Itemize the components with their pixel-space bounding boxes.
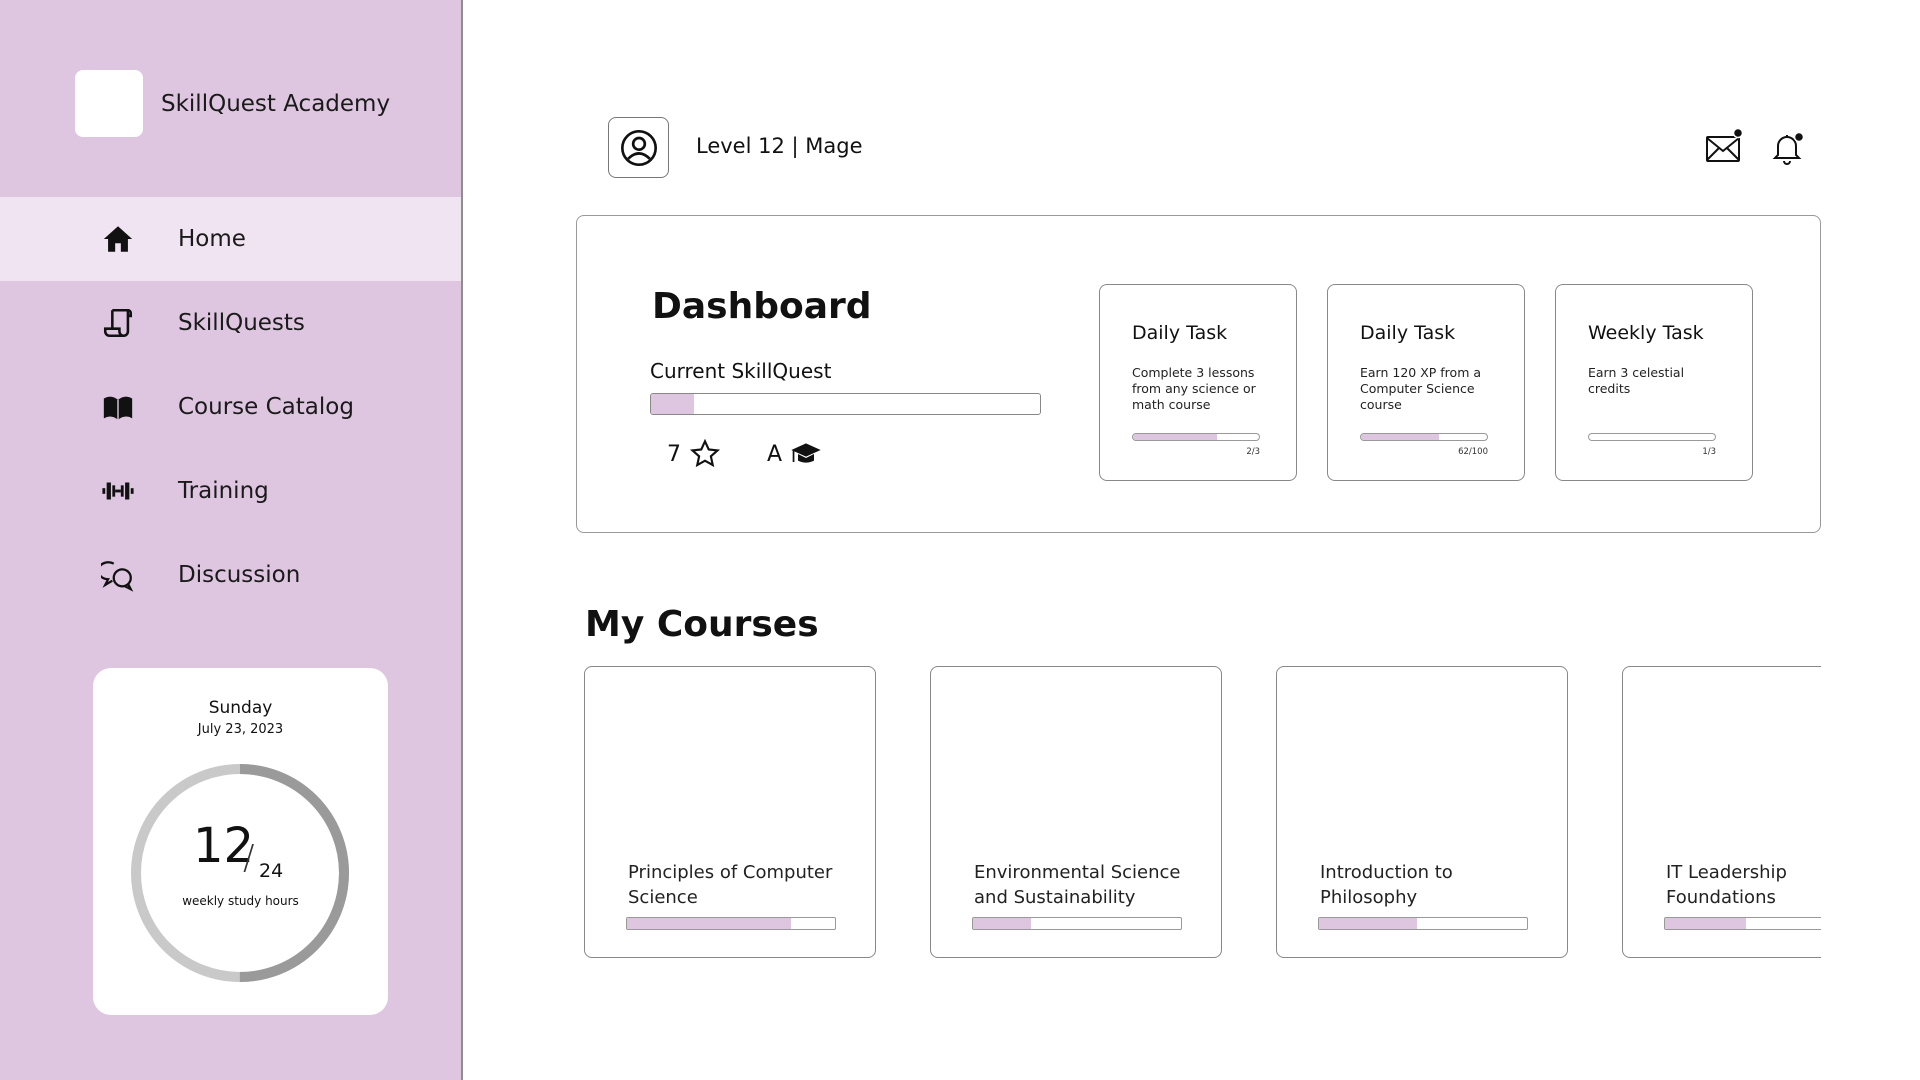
sidebar-item-label: Training bbox=[178, 478, 269, 504]
sidebar-item-label: Discussion bbox=[178, 562, 301, 588]
grade-value: A bbox=[767, 441, 783, 467]
study-date: July 23, 2023 bbox=[197, 722, 284, 737]
home-icon bbox=[100, 221, 136, 257]
study-day: Sunday bbox=[208, 698, 273, 718]
chat-icon bbox=[100, 557, 136, 593]
notification-bell-icon[interactable] bbox=[1764, 125, 1810, 171]
course-card[interactable]: Principles of Computer Science bbox=[584, 666, 876, 958]
course-progress bbox=[626, 917, 836, 930]
task-description: Earn 120 XP from a Computer Science cour… bbox=[1360, 365, 1482, 412]
course-progress bbox=[1318, 917, 1528, 930]
current-skillquest-progress-fill bbox=[651, 394, 694, 414]
course-card[interactable]: Introduction to Philosophy bbox=[1276, 666, 1568, 958]
course-progress bbox=[972, 917, 1182, 930]
player-level: Level 12 | Mage bbox=[696, 134, 863, 158]
scroll-icon bbox=[100, 305, 136, 341]
task-progress-fill bbox=[1361, 434, 1440, 440]
dumbbell-icon bbox=[100, 473, 136, 509]
course-progress-fill bbox=[627, 918, 792, 929]
user-avatar-icon bbox=[620, 129, 657, 166]
course-card[interactable]: Environmental Science and Sustainability bbox=[930, 666, 1222, 958]
study-hours-card: Sunday July 23, 2023 12 / 24 weekly stud… bbox=[93, 668, 388, 1015]
sidebar: SkillQuest Academy Home SkillQuests Cour… bbox=[0, 0, 463, 1080]
sidebar-item-training[interactable]: Training bbox=[0, 449, 461, 533]
sidebar-item-skillquests[interactable]: SkillQuests bbox=[0, 281, 461, 365]
task-title: Daily Task bbox=[1360, 322, 1456, 344]
course-name: Introduction to Philosophy bbox=[1320, 862, 1453, 908]
stars-count: 7 bbox=[667, 441, 681, 467]
book-icon bbox=[100, 389, 136, 425]
sidebar-item-label: Course Catalog bbox=[178, 394, 354, 420]
brand[interactable]: SkillQuest Academy bbox=[75, 70, 390, 137]
task-title: Weekly Task bbox=[1588, 322, 1704, 344]
my-courses-title: My Courses bbox=[585, 604, 819, 645]
task-card[interactable]: Daily Task Earn 120 XP from a Computer S… bbox=[1327, 284, 1525, 481]
courses-carousel[interactable]: Principles of Computer Science Environme… bbox=[584, 666, 1821, 960]
course-progress-fill bbox=[1665, 918, 1747, 929]
course-name: Environmental Science and Sustainability bbox=[974, 862, 1181, 908]
current-skillquest-label: Current SkillQuest bbox=[650, 359, 832, 383]
course-name: IT Leadership Foundations bbox=[1666, 862, 1787, 908]
task-progress bbox=[1360, 433, 1488, 441]
task-progress bbox=[1132, 433, 1260, 441]
dashboard-title: Dashboard bbox=[652, 286, 872, 327]
mail-icon[interactable] bbox=[1701, 125, 1747, 171]
dashboard-panel: Dashboard Current SkillQuest 7 A Daily T… bbox=[576, 215, 1821, 533]
task-count: 1/3 bbox=[1702, 447, 1716, 457]
sidebar-item-label: SkillQuests bbox=[178, 310, 305, 336]
profile-button[interactable] bbox=[608, 117, 669, 178]
task-description: Complete 3 lessons from any science or m… bbox=[1132, 365, 1256, 412]
course-name: Principles of Computer Science bbox=[628, 862, 833, 908]
star-icon bbox=[689, 438, 721, 468]
sidebar-item-home[interactable]: Home bbox=[0, 197, 461, 281]
task-card[interactable]: Weekly Task Earn 3 celestial credits 1/3 bbox=[1555, 284, 1753, 481]
task-progress-fill bbox=[1133, 434, 1218, 440]
brand-name: SkillQuest Academy bbox=[161, 90, 391, 117]
study-hours-label: weekly study hours bbox=[182, 894, 299, 908]
graduation-cap-icon bbox=[791, 443, 821, 463]
task-title: Daily Task bbox=[1132, 322, 1228, 344]
course-progress-fill bbox=[973, 918, 1032, 929]
task-count: 2/3 bbox=[1246, 447, 1260, 457]
sidebar-item-course-catalog[interactable]: Course Catalog bbox=[0, 365, 461, 449]
study-hours-separator: / bbox=[243, 838, 255, 878]
task-card[interactable]: Daily Task Complete 3 lessons from any s… bbox=[1099, 284, 1297, 481]
brand-logo bbox=[75, 70, 143, 137]
sidebar-nav: Home SkillQuests Course Catalog Training… bbox=[0, 197, 461, 617]
sidebar-item-discussion[interactable]: Discussion bbox=[0, 533, 461, 617]
study-hours-total: 24 bbox=[259, 860, 284, 882]
course-progress-fill bbox=[1319, 918, 1417, 929]
current-skillquest-progress bbox=[650, 393, 1041, 415]
task-count: 62/100 bbox=[1458, 447, 1488, 457]
stats-row: 7 A bbox=[667, 438, 822, 470]
course-progress bbox=[1664, 917, 1821, 930]
task-progress bbox=[1588, 433, 1716, 441]
sidebar-item-label: Home bbox=[178, 226, 246, 252]
course-card[interactable]: IT Leadership Foundations bbox=[1622, 666, 1821, 958]
task-description: Earn 3 celestial credits bbox=[1588, 365, 1685, 396]
